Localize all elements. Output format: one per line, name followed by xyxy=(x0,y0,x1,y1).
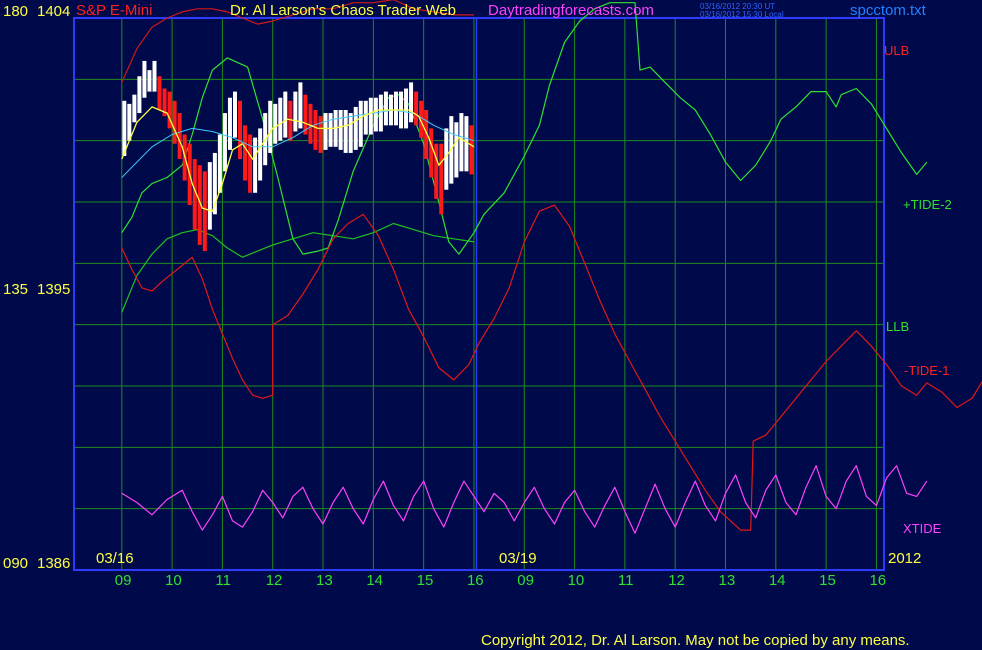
x-tick-label: 11 xyxy=(617,572,634,589)
price-bar xyxy=(368,97,373,135)
label-tide-plus2: +TIDE-2 xyxy=(903,197,952,212)
x-tick-label: 16 xyxy=(869,572,887,589)
label-tide-minus1: -TIDE-1 xyxy=(904,363,950,378)
price-bar xyxy=(318,116,323,153)
x-tick-label: 09 xyxy=(517,572,534,589)
x-tick-label: 11 xyxy=(215,572,231,589)
price-bar xyxy=(434,143,439,199)
price-bar xyxy=(383,91,388,126)
y-tick-price-bottom: 1386 xyxy=(37,555,71,572)
price-bar xyxy=(454,122,459,178)
price-bar xyxy=(353,106,358,150)
price-bar xyxy=(222,113,227,172)
price-bar xyxy=(293,91,298,132)
price-bar xyxy=(122,100,127,156)
price-bar xyxy=(378,94,383,132)
price-bar xyxy=(142,60,147,98)
x-tick-label: 13 xyxy=(316,572,333,589)
x-tick-label: 13 xyxy=(718,572,736,589)
price-bar xyxy=(414,91,419,126)
price-bar xyxy=(338,110,343,150)
y-tick-left-mid: 135 xyxy=(3,281,29,298)
chart-symbol: S&P E-Mini xyxy=(76,2,153,19)
price-bar xyxy=(343,110,348,153)
price-bar xyxy=(172,100,177,144)
x-tick-label: 14 xyxy=(366,572,384,589)
price-bar xyxy=(127,103,132,141)
date-label-first: 03/16 xyxy=(96,550,134,567)
date-label-second: 03/19 xyxy=(499,550,537,567)
x-tick-label: 15 xyxy=(416,572,434,589)
x-tick-label: 12 xyxy=(265,572,283,589)
price-bar xyxy=(404,88,409,129)
price-bar xyxy=(238,100,243,160)
price-bar xyxy=(137,76,142,114)
price-bar xyxy=(429,128,434,178)
y-tick-price-mid: 1395 xyxy=(37,281,71,298)
x-tick-label: 12 xyxy=(668,572,685,589)
price-bar xyxy=(358,100,363,147)
price-bar xyxy=(248,134,253,193)
y-tick-price-top: 1404 xyxy=(37,3,71,20)
price-bar xyxy=(363,100,368,135)
site-name: Daytradingforecasts.com xyxy=(488,2,654,19)
price-bar xyxy=(373,97,378,132)
price-bar xyxy=(202,171,207,252)
price-bar xyxy=(217,134,222,193)
data-file-name: spcctom.txt xyxy=(850,2,926,19)
x-tick-label: 10 xyxy=(165,572,182,589)
timestamp-local: 03/16/2012 15:30 Local xyxy=(700,10,784,19)
year-label: 2012 xyxy=(888,550,922,567)
price-bar xyxy=(132,94,137,123)
chart-title: Dr. Al Larson's Chaos Trader Web xyxy=(230,2,457,19)
label-ulb: ULB xyxy=(884,43,910,58)
price-bar xyxy=(227,97,232,150)
price-bar xyxy=(409,82,414,123)
price-bar xyxy=(278,97,283,141)
x-tick-label: 16 xyxy=(466,572,484,589)
price-bar xyxy=(328,113,333,147)
y-tick-left-top: 180 xyxy=(3,3,29,20)
price-bar xyxy=(313,110,318,150)
price-bar xyxy=(253,137,258,193)
price-bar xyxy=(177,113,182,160)
price-bar xyxy=(232,91,237,138)
price-bar xyxy=(444,128,449,190)
label-xtide: XTIDE xyxy=(903,521,942,536)
copyright-notice: Copyright 2012, Dr. Al Larson. May not b… xyxy=(481,632,910,649)
price-bar xyxy=(283,91,288,138)
price-bar xyxy=(152,60,157,92)
price-bar xyxy=(308,103,313,144)
plot-area xyxy=(74,18,884,570)
price-bar xyxy=(393,91,398,126)
price-bar xyxy=(157,76,162,110)
price-bar xyxy=(348,113,353,153)
price-bar xyxy=(147,70,152,92)
price-bar xyxy=(439,143,444,215)
x-tick-label: 10 xyxy=(567,572,585,589)
price-bar xyxy=(273,103,278,144)
y-tick-left-bottom: 090 xyxy=(3,555,29,572)
price-bar xyxy=(323,113,328,150)
price-bar xyxy=(258,128,263,181)
x-tick-label: 14 xyxy=(768,572,786,589)
x-tick-label: 15 xyxy=(819,572,836,589)
x-tick-label: 09 xyxy=(114,572,132,589)
price-bar xyxy=(288,100,293,141)
chart-svg xyxy=(73,0,982,571)
price-bar xyxy=(243,125,248,181)
price-bar xyxy=(207,162,212,230)
price-bar xyxy=(268,100,273,153)
price-bar xyxy=(459,113,464,172)
price-bar xyxy=(469,125,474,175)
label-llb: LLB xyxy=(886,319,910,334)
